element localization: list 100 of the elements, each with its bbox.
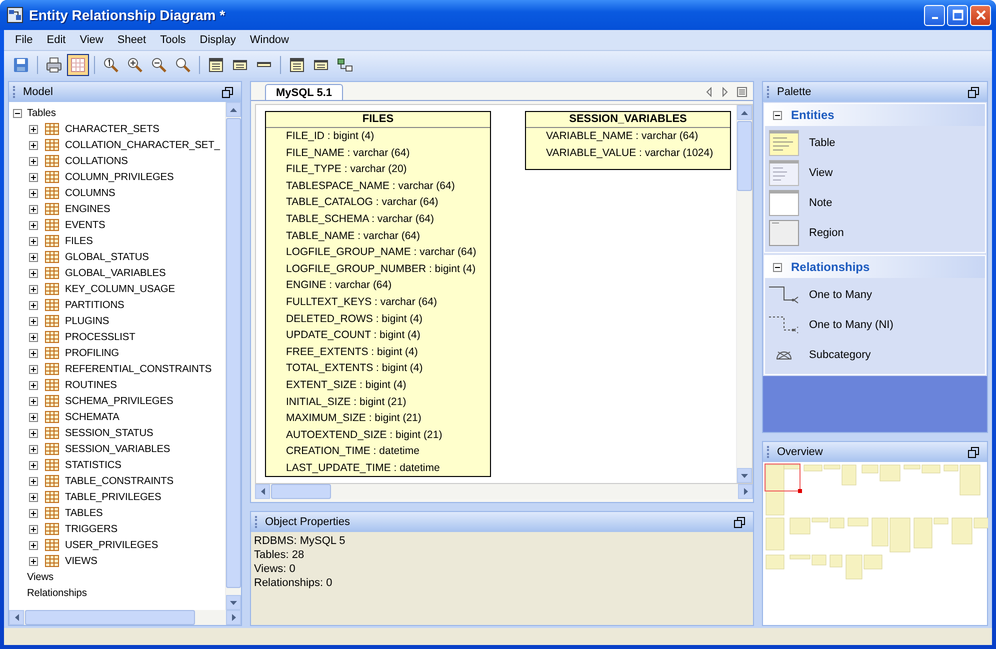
scroll-down-icon[interactable] <box>230 600 237 604</box>
tree-item[interactable]: GLOBAL_VARIABLES <box>65 268 166 278</box>
scroll-left-icon[interactable] <box>705 87 713 97</box>
sheet-tab[interactable]: MySQL 5.1 <box>265 84 344 100</box>
expand-toggle[interactable] <box>29 124 39 134</box>
palette-item[interactable]: Subcategory <box>809 349 871 361</box>
menu-item[interactable]: View <box>72 34 110 46</box>
menu-item[interactable]: Edit <box>40 34 73 46</box>
scroll-left-icon[interactable] <box>260 488 264 495</box>
expand-toggle[interactable] <box>29 444 39 454</box>
tree-item[interactable]: Tables <box>27 108 56 118</box>
expand-toggle[interactable] <box>29 460 39 470</box>
menu-item[interactable]: Sheet <box>110 34 154 46</box>
scroll-right-icon[interactable] <box>232 614 236 621</box>
expand-toggle[interactable] <box>29 380 39 390</box>
expand-toggle[interactable] <box>29 268 39 278</box>
palette-item[interactable]: Region <box>809 227 844 239</box>
entity-table[interactable] <box>265 111 491 478</box>
scrollbar-thumb[interactable] <box>271 484 331 499</box>
expand-toggle[interactable] <box>29 204 39 214</box>
expand-toggle[interactable] <box>29 332 39 342</box>
restore-icon[interactable] <box>222 86 233 98</box>
tree-item[interactable]: COLLATION_CHARACTER_SET_ <box>65 140 220 150</box>
scroll-down-icon[interactable] <box>741 474 748 478</box>
palette-section-title[interactable]: Entities <box>791 108 834 122</box>
expand-toggle[interactable] <box>29 396 39 406</box>
palette-item[interactable]: One to Many <box>809 289 872 301</box>
palette-item[interactable]: Note <box>809 197 832 209</box>
tree-item[interactable]: PLUGINS <box>65 316 110 326</box>
tree-item[interactable]: VIEWS <box>65 556 98 566</box>
entity-table[interactable]: SESSION_VARIABLES VARIABLE_NAME : varchar (64) VARIABLE_VALUE : varchar (1024) <box>525 111 731 170</box>
tree-item[interactable]: KEY_COLUMN_USAGE <box>65 284 175 294</box>
menu-item[interactable]: File <box>8 34 40 46</box>
scroll-left-icon[interactable] <box>14 614 18 621</box>
horizontal-scrollbar[interactable] <box>255 484 753 499</box>
expand-toggle[interactable] <box>29 412 39 422</box>
grid-tool-button[interactable] <box>67 54 89 76</box>
expand-toggle[interactable] <box>29 252 39 262</box>
scroll-up-icon[interactable] <box>230 108 237 112</box>
scroll-right-icon[interactable] <box>721 87 729 97</box>
expand-toggle[interactable] <box>29 300 39 310</box>
tree-item[interactable]: USER_PRIVILEGES <box>65 540 158 550</box>
expand-toggle[interactable] <box>29 316 39 326</box>
restore-icon[interactable] <box>734 516 745 528</box>
expand-toggle[interactable] <box>29 556 39 566</box>
tree-item[interactable]: Relationships <box>27 588 87 598</box>
tree-item[interactable]: PROFILING <box>65 348 120 358</box>
tree-item[interactable]: EVENTS <box>65 220 106 230</box>
tree-item[interactable]: TRIGGERS <box>65 524 118 534</box>
menu-item[interactable]: Tools <box>153 34 193 46</box>
maximize-button[interactable] <box>947 4 968 26</box>
expand-toggle[interactable] <box>29 540 39 550</box>
tree-item[interactable]: COLLATIONS <box>65 156 128 166</box>
list-icon[interactable] <box>737 87 747 97</box>
close-button[interactable] <box>970 4 991 26</box>
expand-toggle[interactable] <box>29 188 39 198</box>
tree-item[interactable]: TABLE_PRIVILEGES <box>65 492 162 502</box>
tree-item[interactable]: SCHEMATA <box>65 412 120 422</box>
palette-item[interactable]: One to Many (NI) <box>809 319 894 331</box>
tree-item[interactable]: SESSION_STATUS <box>65 428 154 438</box>
expand-toggle[interactable] <box>29 492 39 502</box>
tree-item[interactable]: PARTITIONS <box>65 300 124 310</box>
tree-item[interactable]: STATISTICS <box>65 460 122 470</box>
restore-icon[interactable] <box>968 86 979 98</box>
scroll-up-icon[interactable] <box>741 110 748 114</box>
expand-toggle[interactable] <box>29 508 39 518</box>
scroll-right-icon[interactable] <box>744 488 748 495</box>
tree-item[interactable]: COLUMNS <box>65 188 116 198</box>
collapse-toggle[interactable] <box>773 110 783 120</box>
expand-toggle[interactable] <box>29 348 39 358</box>
palette-item[interactable]: View <box>809 167 833 179</box>
expand-toggle[interactable] <box>29 364 39 374</box>
expand-toggle[interactable] <box>29 476 39 486</box>
vertical-scrollbar[interactable] <box>736 105 752 483</box>
menu-item[interactable]: Window <box>242 34 296 46</box>
tree-item[interactable]: REFERENTIAL_CONSTRAINTS <box>65 364 212 374</box>
palette-item[interactable]: Table <box>809 137 836 149</box>
tree-item[interactable]: PROCESSLIST <box>65 332 136 342</box>
collapse-toggle[interactable] <box>13 108 23 118</box>
tree-item[interactable]: SESSION_VARIABLES <box>65 444 170 454</box>
horizontal-scrollbar[interactable] <box>9 610 241 625</box>
tree-item[interactable]: TABLE_CONSTRAINTS <box>65 476 174 486</box>
tree-item[interactable]: ENGINES <box>65 204 110 214</box>
scrollbar-thumb[interactable] <box>737 121 752 191</box>
expand-toggle[interactable] <box>29 428 39 438</box>
scrollbar-thumb[interactable] <box>25 610 195 625</box>
tree-item[interactable]: FILES <box>65 236 93 246</box>
expand-toggle[interactable] <box>29 236 39 246</box>
tree-item[interactable]: SCHEMA_PRIVILEGES <box>65 396 174 406</box>
minimize-button[interactable] <box>924 4 945 26</box>
menu-item[interactable]: Display <box>192 34 243 46</box>
tree-item[interactable]: COLUMN_PRIVILEGES <box>65 172 174 182</box>
expand-toggle[interactable] <box>29 140 39 150</box>
tree-item[interactable]: GLOBAL_STATUS <box>65 252 149 262</box>
expand-toggle[interactable] <box>29 284 39 294</box>
restore-icon[interactable] <box>968 446 979 458</box>
tree-item[interactable]: CHARACTER_SETS <box>65 124 160 134</box>
tree-item[interactable]: Views <box>27 572 54 582</box>
collapse-toggle[interactable] <box>773 262 783 272</box>
tree-item[interactable]: TABLES <box>65 508 103 518</box>
